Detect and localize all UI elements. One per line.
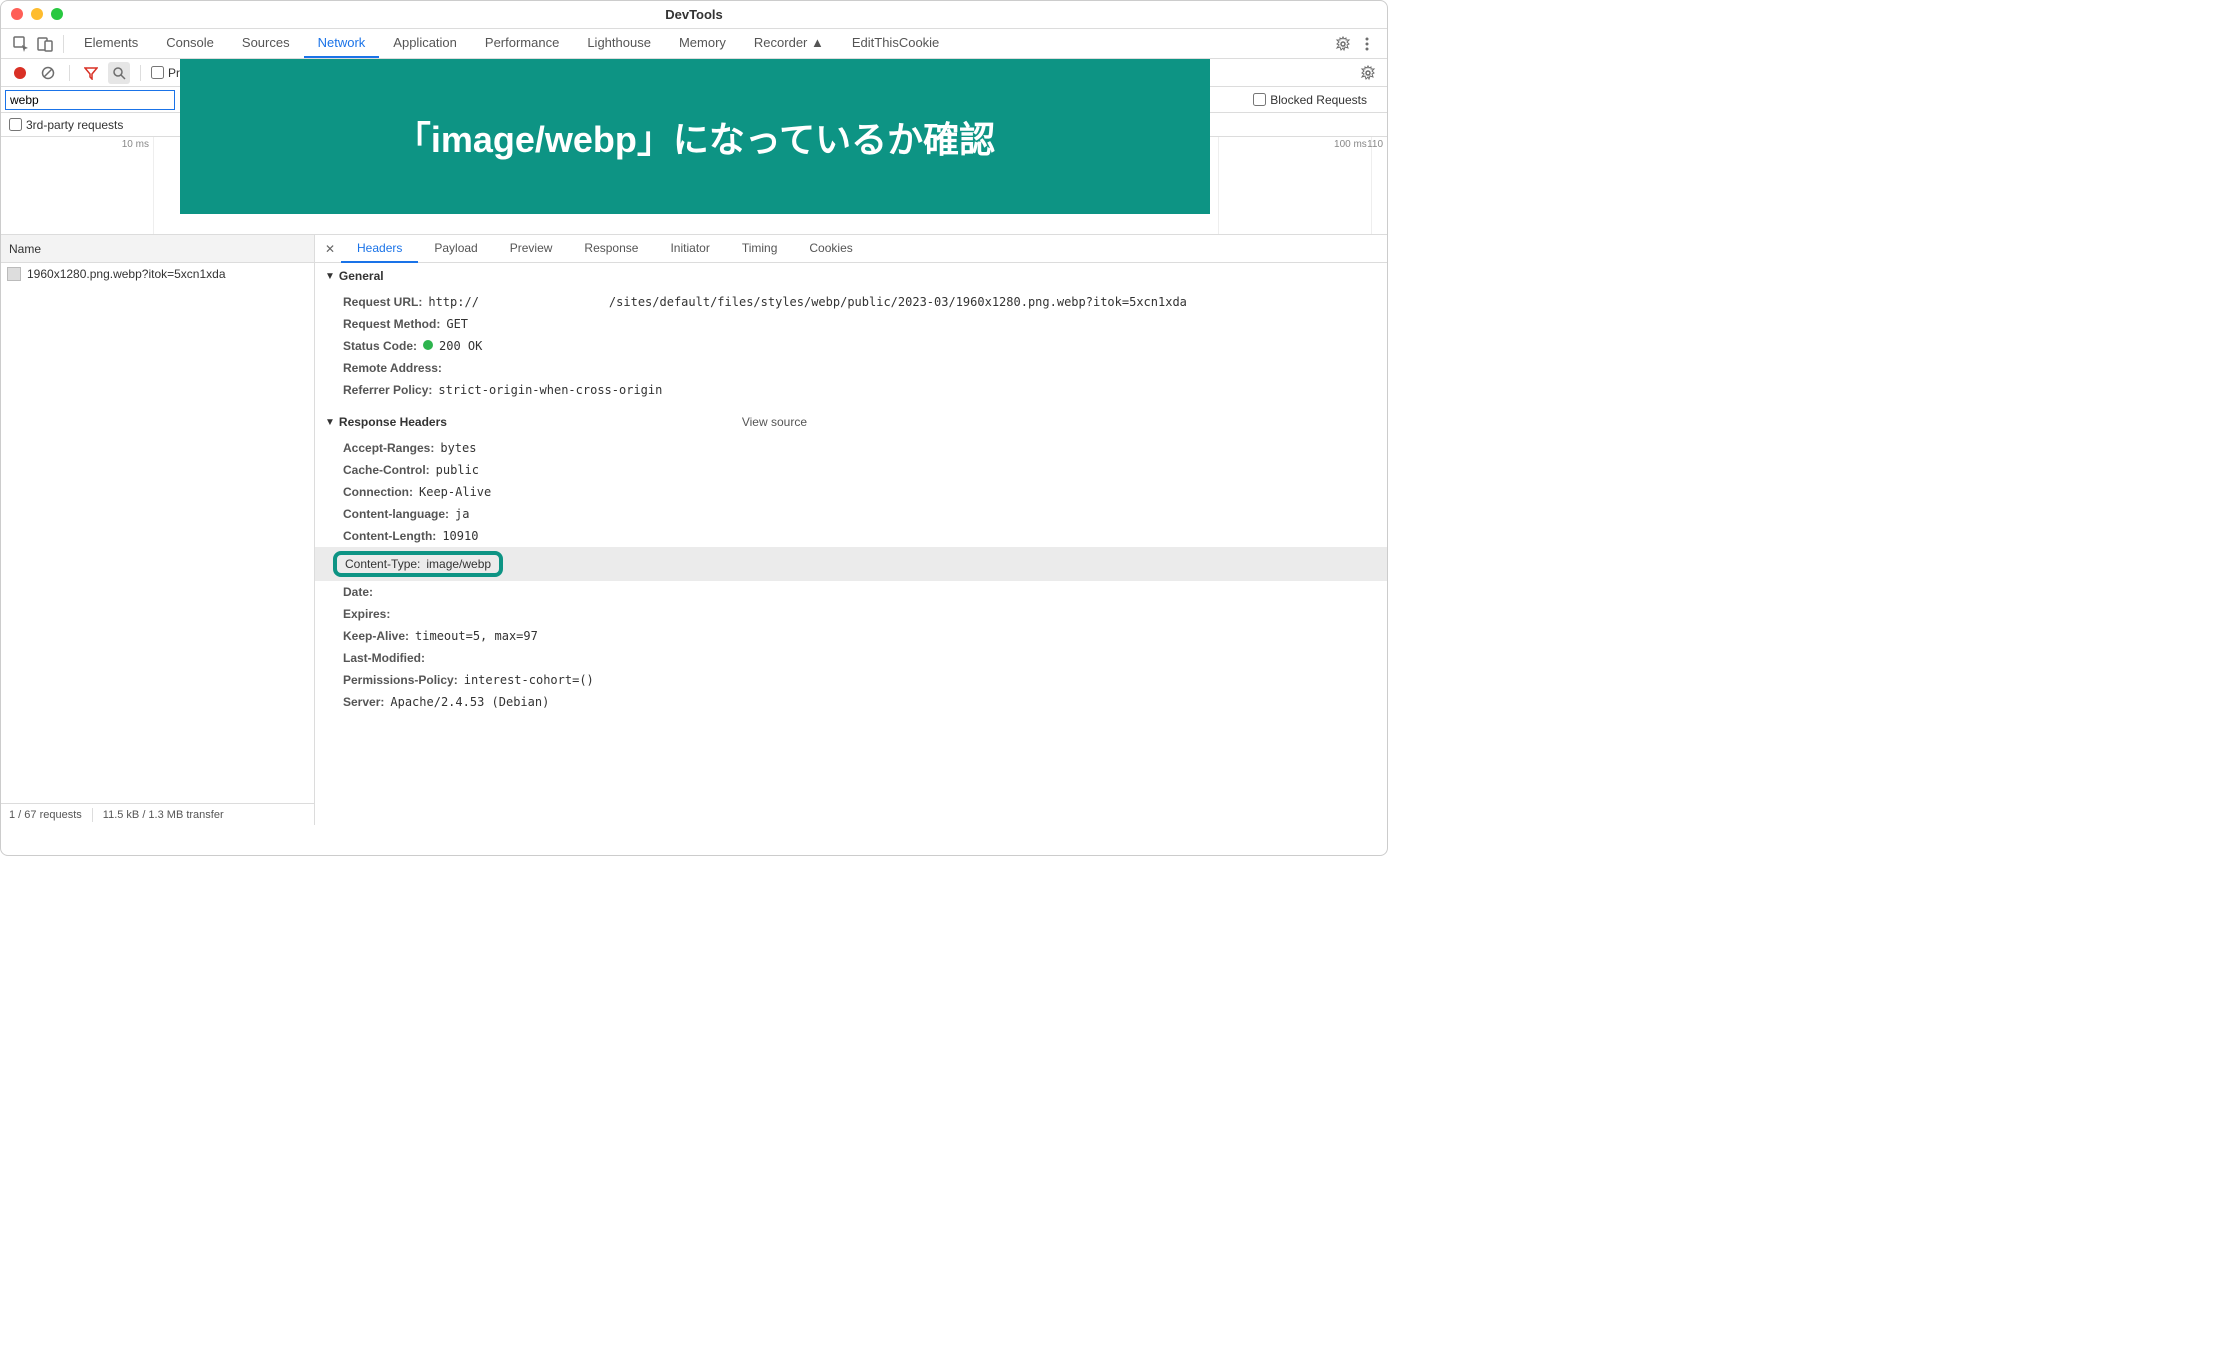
- main-tabbar: ElementsConsoleSourcesNetworkApplication…: [1, 29, 1387, 59]
- remote-address-row: Remote Address:: [343, 357, 1367, 379]
- detail-tab-cookies[interactable]: Cookies: [793, 235, 868, 263]
- tab-editthiscookie[interactable]: EditThisCookie: [838, 29, 953, 58]
- filter-input[interactable]: [5, 90, 175, 110]
- request-list-panel: Name 1960x1280.png.webp?itok=5xcn1xda 1 …: [1, 235, 315, 825]
- transfer-size: 11.5 kB / 1.3 MB transfer: [103, 809, 224, 821]
- tab-lighthouse[interactable]: Lighthouse: [573, 29, 665, 58]
- response-header-row: Accept-Ranges:bytes: [343, 437, 1367, 459]
- response-header-row: Content-Length:10910: [343, 525, 1367, 547]
- tab-recorder-[interactable]: Recorder ▲: [740, 29, 838, 58]
- response-header-row: Content-language:ja: [343, 503, 1367, 525]
- more-icon[interactable]: [1355, 32, 1379, 56]
- clear-button[interactable]: [37, 62, 59, 84]
- request-list-footer: 1 / 67 requests 11.5 kB / 1.3 MB transfe…: [1, 803, 314, 825]
- tab-performance[interactable]: Performance: [471, 29, 573, 58]
- file-icon: [7, 267, 21, 281]
- settings-gear-icon[interactable]: [1331, 32, 1355, 56]
- request-name: 1960x1280.png.webp?itok=5xcn1xda: [27, 267, 226, 281]
- detail-tab-preview[interactable]: Preview: [494, 235, 569, 263]
- requests-count: 1 / 67 requests: [9, 809, 82, 821]
- request-list-header[interactable]: Name: [1, 235, 314, 263]
- timeline-tick: 100 ms: [1334, 139, 1367, 150]
- detail-tab-initiator[interactable]: Initiator: [654, 235, 725, 263]
- status-ok-icon: [423, 340, 433, 350]
- timeline-tick: 110: [1367, 139, 1383, 150]
- window-controls: [11, 8, 63, 20]
- response-headers-section-header[interactable]: ▼Response Headers: [315, 409, 457, 435]
- minimize-window-icon[interactable]: [31, 8, 43, 20]
- record-button[interactable]: [9, 62, 31, 84]
- network-settings-icon[interactable]: [1357, 62, 1379, 84]
- tab-application[interactable]: Application: [379, 29, 471, 58]
- detail-tab-response[interactable]: Response: [568, 235, 654, 263]
- close-detail-icon[interactable]: ✕: [319, 238, 341, 260]
- referrer-policy-row: Referrer Policy: strict-origin-when-cros…: [343, 379, 1367, 401]
- request-method-row: Request Method: GET: [343, 313, 1367, 335]
- window-title: DevTools: [665, 7, 723, 22]
- annotation-overlay: 「image/webp」になっているか確認: [180, 59, 1210, 214]
- titlebar: DevTools: [1, 1, 1387, 29]
- content-type-highlight: Content-Type:image/webp: [333, 551, 503, 577]
- response-header-row: Expires:: [343, 603, 1367, 625]
- detail-tab-payload[interactable]: Payload: [418, 235, 493, 263]
- detail-tabbar: ✕ HeadersPayloadPreviewResponseInitiator…: [315, 235, 1387, 263]
- detail-tab-headers[interactable]: Headers: [341, 235, 418, 263]
- tab-elements[interactable]: Elements: [70, 29, 152, 58]
- tab-network[interactable]: Network: [304, 29, 380, 58]
- filter-icon[interactable]: [80, 62, 102, 84]
- status-code-row: Status Code: 200 OK: [343, 335, 1367, 357]
- timeline-tick: 10 ms: [122, 139, 149, 150]
- tab-console[interactable]: Console: [152, 29, 228, 58]
- request-url-row: Request URL: http:///sites/default/files…: [343, 291, 1367, 313]
- close-window-icon[interactable]: [11, 8, 23, 20]
- response-header-row: Date:: [343, 581, 1367, 603]
- device-toolbar-icon[interactable]: [33, 32, 57, 56]
- request-row[interactable]: 1960x1280.png.webp?itok=5xcn1xda: [1, 263, 314, 285]
- request-detail-panel: ✕ HeadersPayloadPreviewResponseInitiator…: [315, 235, 1387, 825]
- maximize-window-icon[interactable]: [51, 8, 63, 20]
- response-header-row: Permissions-Policy:interest-cohort=(): [343, 669, 1367, 691]
- search-icon[interactable]: [108, 62, 130, 84]
- response-header-row: Server:Apache/2.4.53 (Debian): [343, 691, 1367, 713]
- detail-tab-timing[interactable]: Timing: [726, 235, 794, 263]
- blocked-requests-checkbox[interactable]: Blocked Requests: [1253, 93, 1367, 107]
- general-section-header[interactable]: ▼General: [315, 263, 1387, 289]
- tab-memory[interactable]: Memory: [665, 29, 740, 58]
- response-header-row: Connection:Keep-Alive: [343, 481, 1367, 503]
- response-header-row: Keep-Alive:timeout=5, max=97: [343, 625, 1367, 647]
- third-party-checkbox[interactable]: 3rd-party requests: [9, 118, 123, 132]
- view-source-link[interactable]: View source: [742, 415, 807, 429]
- inspect-element-icon[interactable]: [9, 32, 33, 56]
- response-header-row: Cache-Control:public: [343, 459, 1367, 481]
- response-header-row: Last-Modified:: [343, 647, 1367, 669]
- tab-sources[interactable]: Sources: [228, 29, 304, 58]
